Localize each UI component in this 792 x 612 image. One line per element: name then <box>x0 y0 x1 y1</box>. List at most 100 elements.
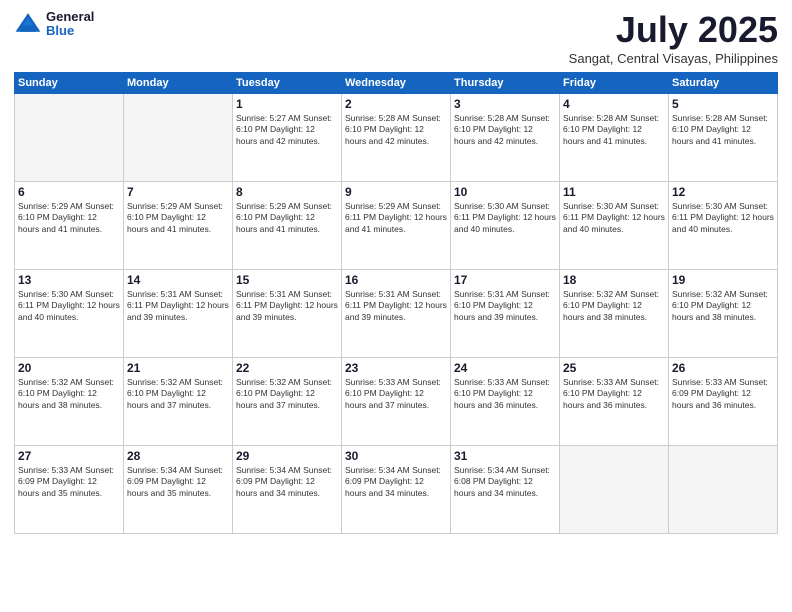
week-row-0: 1 Sunrise: 5:27 AM Sunset: 6:10 PM Daylig… <box>15 93 778 181</box>
header-tuesday: Tuesday <box>233 72 342 93</box>
day-info: Sunrise: 5:31 AM Sunset: 6:11 PM Dayligh… <box>345 289 447 325</box>
logo: General Blue <box>14 10 94 39</box>
day-info: Sunrise: 5:30 AM Sunset: 6:11 PM Dayligh… <box>454 201 556 237</box>
day-info: Sunrise: 5:30 AM Sunset: 6:11 PM Dayligh… <box>672 201 774 237</box>
day-info: Sunrise: 5:34 AM Sunset: 6:09 PM Dayligh… <box>127 465 229 501</box>
day-info: Sunrise: 5:34 AM Sunset: 6:08 PM Dayligh… <box>454 465 556 501</box>
table-row: 17 Sunrise: 5:31 AM Sunset: 6:10 PM Dayli… <box>451 269 560 357</box>
day-info: Sunrise: 5:28 AM Sunset: 6:10 PM Dayligh… <box>563 113 665 149</box>
day-info: Sunrise: 5:28 AM Sunset: 6:10 PM Dayligh… <box>672 113 774 149</box>
day-number: 28 <box>127 449 229 463</box>
day-number: 30 <box>345 449 447 463</box>
day-info: Sunrise: 5:32 AM Sunset: 6:10 PM Dayligh… <box>236 377 338 413</box>
table-row <box>560 445 669 533</box>
day-number: 13 <box>18 273 120 287</box>
day-number: 1 <box>236 97 338 111</box>
table-row: 31Sunrise: 5:34 AM Sunset: 6:08 PM Dayli… <box>451 445 560 533</box>
week-row-3: 20 Sunrise: 5:32 AM Sunset: 6:10 PM Dayli… <box>15 357 778 445</box>
table-row: 28 Sunrise: 5:34 AM Sunset: 6:09 PM Dayli… <box>124 445 233 533</box>
table-row: 6 Sunrise: 5:29 AM Sunset: 6:10 PM Daylig… <box>15 181 124 269</box>
header-thursday: Thursday <box>451 72 560 93</box>
table-row: 30 Sunrise: 5:34 AM Sunset: 6:09 PM Dayli… <box>342 445 451 533</box>
table-row: 13 Sunrise: 5:30 AM Sunset: 6:11 PM Dayli… <box>15 269 124 357</box>
day-info: Sunrise: 5:28 AM Sunset: 6:10 PM Dayligh… <box>345 113 447 149</box>
table-row: 26Sunrise: 5:33 AM Sunset: 6:09 PM Dayli… <box>669 357 778 445</box>
day-info: Sunrise: 5:31 AM Sunset: 6:11 PM Dayligh… <box>127 289 229 325</box>
day-number: 21 <box>127 361 229 375</box>
table-row: 8Sunrise: 5:29 AM Sunset: 6:10 PM Daylig… <box>233 181 342 269</box>
table-row: 21 Sunrise: 5:32 AM Sunset: 6:10 PM Dayli… <box>124 357 233 445</box>
day-number: 29 <box>236 449 338 463</box>
day-number: 12 <box>672 185 774 199</box>
day-info: Sunrise: 5:32 AM Sunset: 6:10 PM Dayligh… <box>127 377 229 413</box>
day-number: 24 <box>454 361 556 375</box>
header-saturday: Saturday <box>669 72 778 93</box>
table-row: 18 Sunrise: 5:32 AM Sunset: 6:10 PM Dayli… <box>560 269 669 357</box>
day-info: Sunrise: 5:29 AM Sunset: 6:10 PM Dayligh… <box>18 201 120 237</box>
table-row: 27Sunrise: 5:33 AM Sunset: 6:09 PM Dayli… <box>15 445 124 533</box>
day-info: Sunrise: 5:32 AM Sunset: 6:10 PM Dayligh… <box>18 377 120 413</box>
table-row: 23 Sunrise: 5:33 AM Sunset: 6:10 PM Dayli… <box>342 357 451 445</box>
header-wednesday: Wednesday <box>342 72 451 93</box>
day-number: 8 <box>236 185 338 199</box>
header: General Blue July 2025 Sangat, Central V… <box>14 10 778 66</box>
logo-icon <box>14 10 42 38</box>
table-row <box>124 93 233 181</box>
day-number: 3 <box>454 97 556 111</box>
day-number: 20 <box>18 361 120 375</box>
day-info: Sunrise: 5:33 AM Sunset: 6:10 PM Dayligh… <box>563 377 665 413</box>
day-number: 7 <box>127 185 229 199</box>
day-info: Sunrise: 5:30 AM Sunset: 6:11 PM Dayligh… <box>18 289 120 325</box>
weekday-header-row: Sunday Monday Tuesday Wednesday Thursday… <box>15 72 778 93</box>
day-number: 4 <box>563 97 665 111</box>
week-row-2: 13 Sunrise: 5:30 AM Sunset: 6:11 PM Dayli… <box>15 269 778 357</box>
day-number: 9 <box>345 185 447 199</box>
table-row: 5Sunrise: 5:28 AM Sunset: 6:10 PM Daylig… <box>669 93 778 181</box>
day-info: Sunrise: 5:31 AM Sunset: 6:10 PM Dayligh… <box>454 289 556 325</box>
day-info: Sunrise: 5:29 AM Sunset: 6:10 PM Dayligh… <box>127 201 229 237</box>
week-row-1: 6 Sunrise: 5:29 AM Sunset: 6:10 PM Daylig… <box>15 181 778 269</box>
day-info: Sunrise: 5:33 AM Sunset: 6:10 PM Dayligh… <box>345 377 447 413</box>
header-monday: Monday <box>124 72 233 93</box>
title-location: Sangat, Central Visayas, Philippines <box>569 51 778 66</box>
table-row: 24 Sunrise: 5:33 AM Sunset: 6:10 PM Dayli… <box>451 357 560 445</box>
day-number: 17 <box>454 273 556 287</box>
logo-general: General <box>46 10 94 24</box>
table-row: 10 Sunrise: 5:30 AM Sunset: 6:11 PM Dayli… <box>451 181 560 269</box>
week-row-4: 27Sunrise: 5:33 AM Sunset: 6:09 PM Dayli… <box>15 445 778 533</box>
day-info: Sunrise: 5:34 AM Sunset: 6:09 PM Dayligh… <box>345 465 447 501</box>
day-info: Sunrise: 5:34 AM Sunset: 6:09 PM Dayligh… <box>236 465 338 501</box>
day-number: 10 <box>454 185 556 199</box>
table-row: 25Sunrise: 5:33 AM Sunset: 6:10 PM Dayli… <box>560 357 669 445</box>
day-info: Sunrise: 5:32 AM Sunset: 6:10 PM Dayligh… <box>563 289 665 325</box>
table-row: 29 Sunrise: 5:34 AM Sunset: 6:09 PM Dayli… <box>233 445 342 533</box>
day-number: 18 <box>563 273 665 287</box>
title-month: July 2025 <box>569 10 778 50</box>
table-row: 7 Sunrise: 5:29 AM Sunset: 6:10 PM Daylig… <box>124 181 233 269</box>
header-sunday: Sunday <box>15 72 124 93</box>
day-info: Sunrise: 5:33 AM Sunset: 6:09 PM Dayligh… <box>672 377 774 413</box>
table-row: 3 Sunrise: 5:28 AM Sunset: 6:10 PM Daylig… <box>451 93 560 181</box>
table-row: 1 Sunrise: 5:27 AM Sunset: 6:10 PM Daylig… <box>233 93 342 181</box>
day-number: 19 <box>672 273 774 287</box>
table-row: 19Sunrise: 5:32 AM Sunset: 6:10 PM Dayli… <box>669 269 778 357</box>
day-number: 16 <box>345 273 447 287</box>
day-number: 6 <box>18 185 120 199</box>
table-row: 16 Sunrise: 5:31 AM Sunset: 6:11 PM Dayli… <box>342 269 451 357</box>
day-info: Sunrise: 5:27 AM Sunset: 6:10 PM Dayligh… <box>236 113 338 149</box>
day-number: 15 <box>236 273 338 287</box>
day-info: Sunrise: 5:29 AM Sunset: 6:11 PM Dayligh… <box>345 201 447 237</box>
day-number: 14 <box>127 273 229 287</box>
day-info: Sunrise: 5:30 AM Sunset: 6:11 PM Dayligh… <box>563 201 665 237</box>
logo-blue: Blue <box>46 24 94 38</box>
day-info: Sunrise: 5:28 AM Sunset: 6:10 PM Dayligh… <box>454 113 556 149</box>
day-info: Sunrise: 5:33 AM Sunset: 6:10 PM Dayligh… <box>454 377 556 413</box>
table-row: 15 Sunrise: 5:31 AM Sunset: 6:11 PM Dayli… <box>233 269 342 357</box>
day-number: 23 <box>345 361 447 375</box>
table-row: 4 Sunrise: 5:28 AM Sunset: 6:10 PM Daylig… <box>560 93 669 181</box>
table-row: 14 Sunrise: 5:31 AM Sunset: 6:11 PM Dayli… <box>124 269 233 357</box>
day-info: Sunrise: 5:31 AM Sunset: 6:11 PM Dayligh… <box>236 289 338 325</box>
table-row <box>15 93 124 181</box>
table-row: 20 Sunrise: 5:32 AM Sunset: 6:10 PM Dayli… <box>15 357 124 445</box>
logo-text: General Blue <box>46 10 94 39</box>
